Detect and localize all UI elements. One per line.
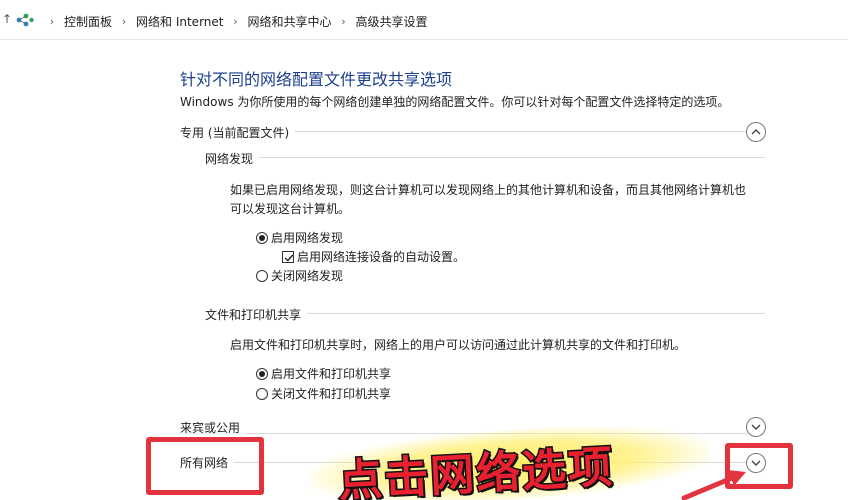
disable-network-discovery-radio[interactable]: 关闭网络发现 [256, 267, 343, 284]
description-line: 如果已启用网络发现，则这台计算机可以发现网络上的其他计算机和设备，而且其他网络计… [230, 183, 747, 197]
private-profile-header[interactable]: 专用 (当前配置文件) [180, 124, 296, 141]
checkbox-checked-icon[interactable] [282, 250, 294, 263]
breadcrumb-separator-icon: › [49, 15, 55, 28]
auto-setup-checkbox[interactable]: 启用网络连接设备的自动设置。 [282, 248, 465, 265]
radio-label: 关闭文件和打印机共享 [271, 387, 392, 401]
radio-selected-icon[interactable] [256, 231, 268, 244]
breadcrumb-item[interactable]: 网络和 Internet [136, 13, 223, 30]
network-icon [16, 13, 34, 27]
breadcrumb: › 控制面板 › 网络和 Internet › 网络和共享中心 › 高级共享设置 [40, 13, 428, 30]
network-discovery-description: 如果已启用网络发现，则这台计算机可以发现网络上的其他计算机和设备，而且其他网络计… [230, 181, 746, 219]
radio-unselected-icon[interactable] [256, 269, 268, 282]
file-printer-sharing-heading: 文件和打印机共享 [205, 306, 308, 323]
intro-text: Windows 为你所使用的每个网络创建单独的网络配置文件。你可以针对每个配置文… [180, 95, 730, 109]
subsection-divider [205, 157, 765, 158]
radio-selected-icon[interactable] [256, 367, 268, 380]
breadcrumb-item[interactable]: 网络和共享中心 [247, 13, 331, 30]
enable-network-discovery-radio[interactable]: 启用网络发现 [256, 229, 343, 246]
breadcrumb-item-current[interactable]: 高级共享设置 [356, 13, 428, 30]
breadcrumb-item[interactable]: 控制面板 [64, 13, 112, 30]
file-printer-sharing-description: 启用文件和打印机共享时，网络上的用户可以访问通过此计算机共享的文件和打印机。 [230, 338, 687, 352]
guest-public-profile-header[interactable]: 来宾或公用 [180, 419, 247, 436]
description-line: 可以发现这台计算机。 [230, 202, 351, 216]
checkbox-label: 启用网络连接设备的自动设置。 [297, 250, 466, 264]
collapse-private-chevron-up-icon[interactable] [746, 122, 766, 142]
enable-file-printer-sharing-radio[interactable]: 启用文件和打印机共享 [256, 365, 391, 382]
expand-guest-chevron-down-icon[interactable] [746, 417, 766, 437]
pointer-arrow-icon [681, 470, 746, 500]
breadcrumb-separator-icon: › [341, 15, 346, 28]
up-arrow-icon[interactable]: ↑ [2, 12, 12, 26]
network-discovery-heading: 网络发现 [205, 150, 260, 167]
page-title: 针对不同的网络配置文件更改共享选项 [180, 70, 453, 89]
breadcrumb-separator-icon: › [233, 15, 238, 28]
address-bar[interactable]: ↑ › 控制面板 › 网络和 Internet › 网络和共享中心 › 高级共享… [0, 0, 848, 40]
breadcrumb-separator-icon: › [121, 15, 127, 28]
highlight-box-all-networks [146, 437, 264, 495]
radio-label: 关闭网络发现 [271, 269, 344, 283]
disable-file-printer-sharing-radio[interactable]: 关闭文件和打印机共享 [256, 385, 391, 402]
radio-label: 启用网络发现 [271, 231, 344, 245]
radio-unselected-icon[interactable] [256, 387, 268, 400]
radio-label: 启用文件和打印机共享 [271, 367, 392, 381]
